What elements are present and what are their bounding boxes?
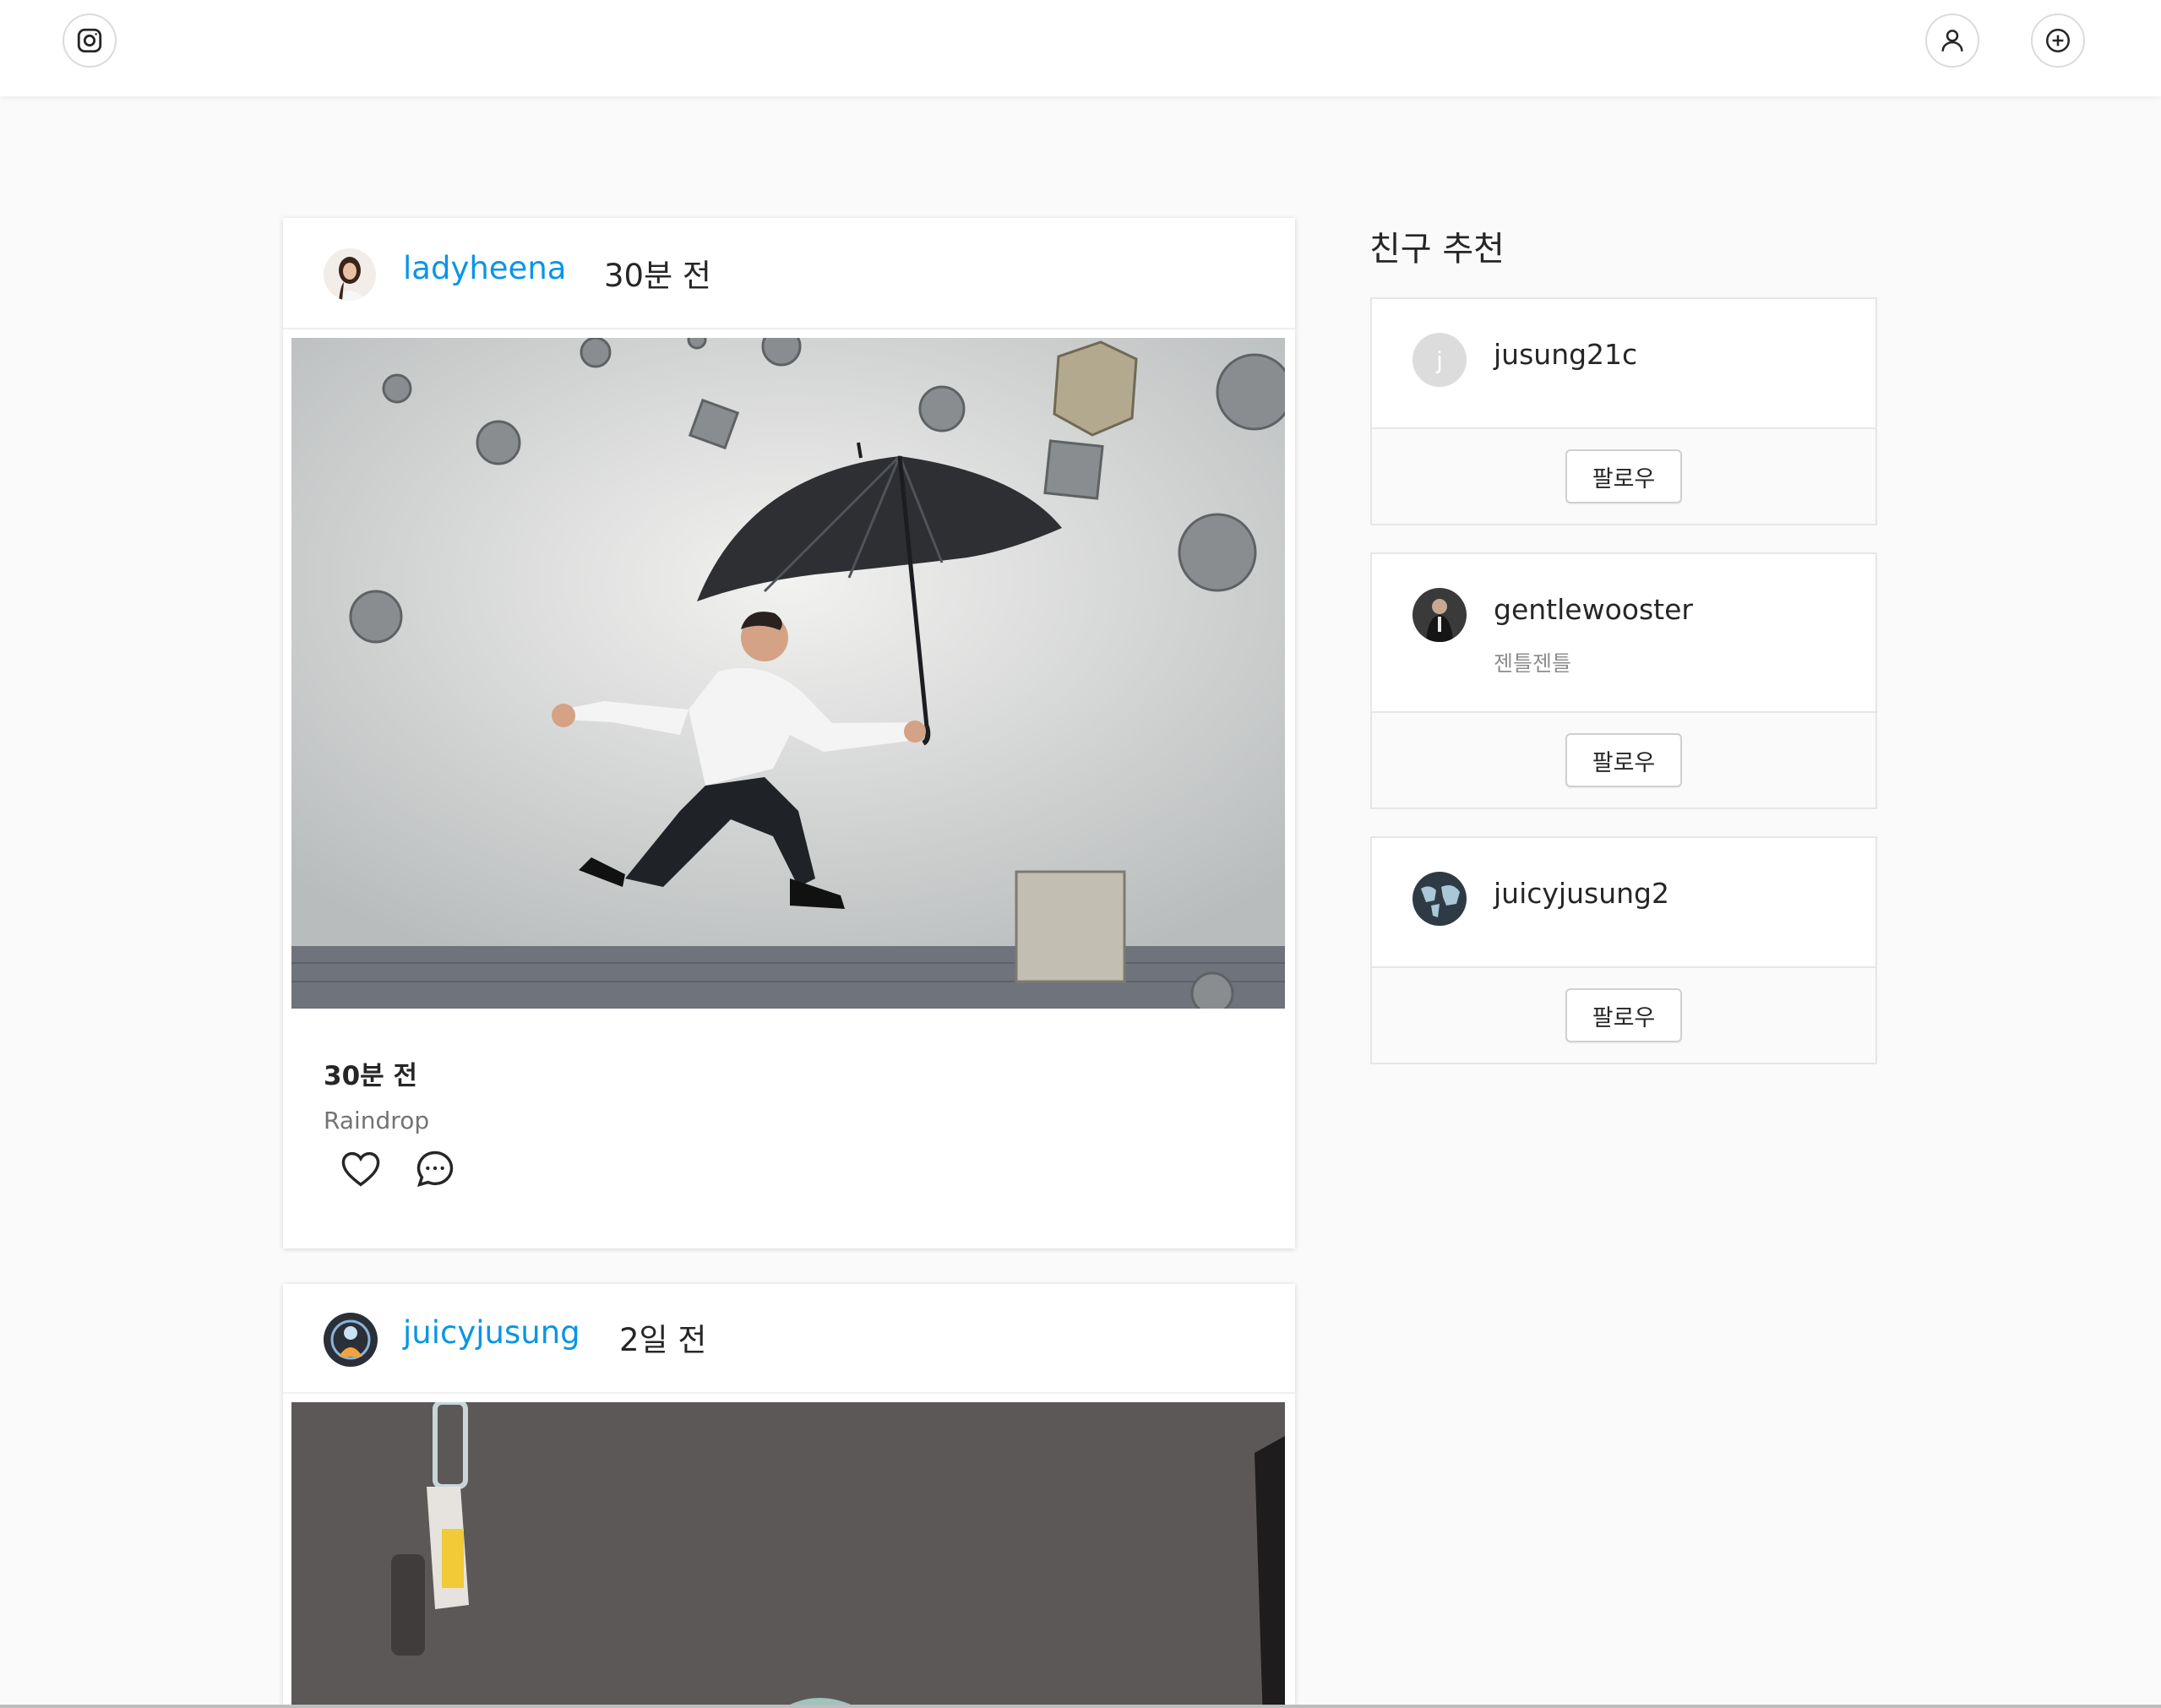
suggestion-subtitle: 젠틀젠틀 bbox=[1494, 651, 1572, 676]
plus-circle-icon bbox=[2045, 28, 2071, 53]
new-post-button[interactable] bbox=[2031, 14, 2085, 68]
bottom-divider bbox=[0, 1705, 2161, 1708]
post-author-avatar[interactable] bbox=[324, 1313, 378, 1367]
post-username[interactable]: juicyjusung bbox=[403, 1314, 580, 1351]
post-image[interactable] bbox=[291, 338, 1285, 1009]
post-card: ladyheena 30분 전 30분 전 Raindrop bbox=[283, 218, 1295, 1248]
suggestion-card: j jusung21c 팔로우 bbox=[1370, 297, 1877, 525]
post-caption: Raindrop bbox=[324, 1107, 430, 1134]
follow-button[interactable]: 팔로우 bbox=[1565, 733, 1682, 787]
post-image[interactable] bbox=[291, 1402, 1285, 1708]
post-card: juicyjusung 2일 전 bbox=[283, 1284, 1295, 1708]
post-body-timestamp: 30분 전 bbox=[324, 1061, 417, 1091]
suggestion-avatar[interactable] bbox=[1413, 872, 1467, 926]
instagram-logo-button[interactable] bbox=[63, 14, 117, 68]
suggestion-card: juicyjusung2 팔로우 bbox=[1370, 836, 1877, 1064]
suggestion-avatar[interactable] bbox=[1413, 588, 1467, 642]
follow-button[interactable]: 팔로우 bbox=[1565, 449, 1682, 503]
suggestion-card: gentlewooster 젠틀젠틀 팔로우 bbox=[1370, 552, 1877, 809]
heart-icon[interactable] bbox=[339, 1147, 383, 1191]
suggestion-username[interactable]: juicyjusung2 bbox=[1494, 877, 1669, 910]
top-navigation-bar bbox=[0, 0, 2161, 96]
suggestion-username[interactable]: jusung21c bbox=[1494, 338, 1637, 371]
comment-icon[interactable] bbox=[413, 1147, 457, 1191]
follow-button[interactable]: 팔로우 bbox=[1565, 988, 1682, 1042]
suggestion-card-header: j jusung21c bbox=[1372, 299, 1875, 429]
avatar-letter: j bbox=[1436, 345, 1443, 374]
suggestion-card-header: gentlewooster 젠틀젠틀 bbox=[1372, 554, 1875, 713]
profile-button[interactable] bbox=[1925, 14, 1979, 68]
friend-suggestions-title: 친구 추천 bbox=[1369, 230, 1505, 269]
post-author-avatar[interactable] bbox=[324, 248, 376, 301]
instagram-icon bbox=[77, 28, 102, 53]
post-header: ladyheena 30분 전 bbox=[283, 218, 1295, 329]
post-header: juicyjusung 2일 전 bbox=[283, 1284, 1295, 1394]
suggestion-card-header: juicyjusung2 bbox=[1372, 838, 1875, 968]
post-timestamp: 2일 전 bbox=[619, 1322, 707, 1358]
suggestion-avatar[interactable]: j bbox=[1413, 333, 1467, 387]
post-timestamp: 30분 전 bbox=[604, 258, 711, 294]
user-icon bbox=[1941, 30, 1963, 52]
post-username[interactable]: ladyheena bbox=[403, 250, 566, 286]
suggestion-username[interactable]: gentlewooster bbox=[1494, 593, 1693, 626]
